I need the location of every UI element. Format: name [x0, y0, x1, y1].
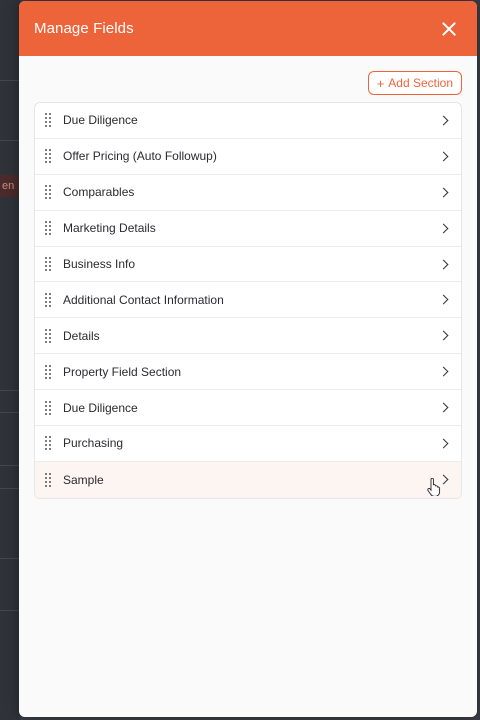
add-section-label: Add Section [388, 76, 453, 90]
chevron-right-icon[interactable] [438, 402, 449, 413]
drag-handle-icon[interactable] [45, 113, 53, 128]
section-label: Comparables [63, 185, 135, 200]
backdrop-divider [0, 610, 20, 611]
chevron-right-icon[interactable] [438, 223, 449, 234]
drag-handle-icon[interactable] [45, 472, 53, 487]
section-label: Due Diligence [63, 400, 138, 415]
drag-handle-icon[interactable] [45, 436, 53, 451]
section-row[interactable]: Comparables [35, 175, 461, 211]
backdrop: en [0, 0, 20, 720]
section-row[interactable]: Business Info [35, 247, 461, 283]
chevron-right-icon[interactable] [438, 151, 449, 162]
section-row[interactable]: Due Diligence [35, 390, 461, 427]
backdrop-divider [0, 558, 20, 559]
drag-handle-icon[interactable] [45, 292, 53, 307]
section-label: Property Field Section [63, 364, 182, 379]
close-icon[interactable] [439, 19, 459, 39]
backdrop-divider [0, 465, 20, 466]
section-label: Business Info [63, 257, 136, 271]
chevron-right-icon[interactable] [438, 366, 449, 377]
chevron-right-icon[interactable] [438, 115, 449, 126]
section-row[interactable]: Offer Pricing (Auto Followup) [35, 139, 461, 175]
drag-handle-icon[interactable] [45, 149, 53, 164]
chevron-right-icon[interactable] [438, 259, 449, 269]
section-label: Due Diligence [63, 113, 138, 128]
hand-pointer-cursor-icon [427, 477, 441, 496]
drag-handle-icon[interactable] [45, 328, 53, 343]
add-section-button[interactable]: + Add Section [367, 71, 462, 95]
section-label: Additional Contact Information [63, 292, 224, 307]
section-row[interactable]: Details [35, 318, 461, 355]
drag-handle-icon[interactable] [45, 221, 53, 236]
chevron-right-icon[interactable] [438, 187, 449, 198]
section-row[interactable]: Additional Contact Information [35, 282, 461, 319]
plus-icon: + [376, 75, 385, 91]
backdrop-divider [0, 412, 20, 413]
chevron-right-icon[interactable] [438, 438, 449, 449]
backdrop-tag: en [0, 175, 18, 197]
modal-title: Manage Fields [34, 20, 134, 37]
manage-fields-modal: Manage Fields + Add Section Due Diligenc… [19, 1, 477, 717]
drag-handle-icon[interactable] [45, 364, 53, 379]
chevron-right-icon[interactable] [438, 330, 449, 341]
modal-toolbar: + Add Section [19, 56, 477, 102]
section-label: Details [63, 328, 100, 343]
modal-header: Manage Fields [19, 1, 477, 56]
chevron-right-icon[interactable] [438, 294, 449, 305]
section-row[interactable]: Purchasing [35, 426, 461, 462]
drag-handle-icon[interactable] [45, 257, 53, 271]
drag-handle-icon[interactable] [45, 185, 53, 200]
section-label: Sample [63, 472, 104, 487]
backdrop-divider [0, 390, 20, 391]
section-label: Marketing Details [63, 221, 156, 236]
section-row[interactable]: Sample [35, 461, 461, 498]
drag-handle-icon[interactable] [45, 400, 53, 415]
backdrop-divider [0, 140, 20, 141]
section-row[interactable]: Marketing Details [35, 211, 461, 247]
section-list: Due Diligence Offer Pricing (Auto Followu… [34, 102, 462, 499]
section-row[interactable]: Due Diligence [35, 103, 461, 139]
section-label: Purchasing [63, 436, 124, 451]
section-label: Offer Pricing (Auto Followup) [63, 149, 217, 164]
backdrop-divider [0, 488, 20, 489]
section-row[interactable]: Property Field Section [35, 354, 461, 391]
backdrop-divider [0, 80, 20, 81]
